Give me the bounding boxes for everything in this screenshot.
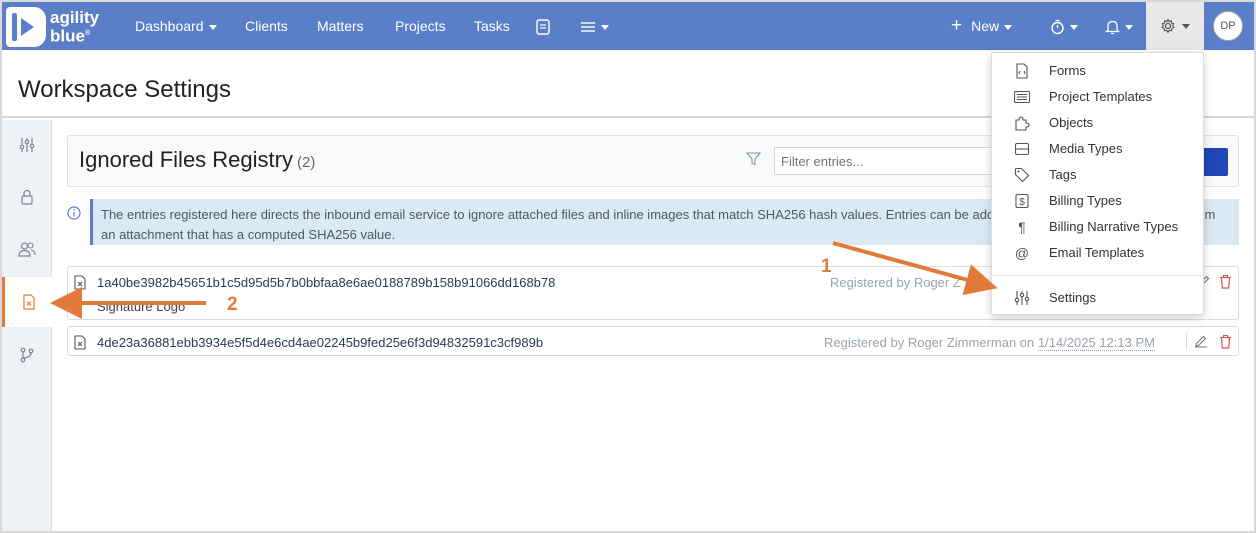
file-x-icon [74, 335, 86, 350]
settings-dropdown-menu: Forms Project Templates Objects Media Ty… [991, 52, 1204, 315]
menu-item-objects[interactable]: Objects [992, 110, 1203, 136]
sliders-icon [19, 138, 35, 152]
rail-general-settings[interactable] [2, 120, 52, 170]
entry-registered-by: Registered by Roger Z [830, 275, 961, 290]
nav-tasks[interactable]: Tasks [474, 2, 510, 50]
timer-button[interactable] [1050, 2, 1078, 50]
entry-name: Signature Logo [97, 299, 186, 314]
entry-hash: 1a40be3982b45651b1c5d95d5b7b0bbfaa8e6ae0… [97, 275, 556, 290]
git-branch-icon [20, 347, 34, 363]
nav-matters[interactable]: Matters [317, 2, 364, 50]
agility-blue-logo[interactable]: agility blue® [6, 7, 99, 47]
rail-ignored-files[interactable] [2, 277, 53, 327]
media-icon [1014, 142, 1030, 156]
menu-item-project-templates[interactable]: Project Templates [992, 84, 1203, 110]
sliders-icon [1014, 291, 1030, 305]
users-icon [18, 242, 36, 257]
svg-text:@: @ [1015, 245, 1029, 261]
menu-item-billing-types[interactable]: $ Billing Types [992, 188, 1203, 214]
dollar-icon: $ [1015, 193, 1029, 209]
edit-icon[interactable] [1194, 334, 1208, 348]
entry-hash: 4de23a36881ebb3934e5f5d4e6cd4ae02245b9fe… [97, 335, 544, 350]
divider [1186, 333, 1187, 350]
caret-down-icon [208, 24, 217, 30]
svg-text:$: $ [1019, 197, 1025, 208]
nav-dashboard[interactable]: Dashboard [135, 2, 217, 50]
file-x-icon [74, 275, 86, 290]
pilcrow-icon: ¶ [1018, 219, 1026, 235]
caret-down-icon [601, 24, 609, 30]
entry-date: 1/14/2025 12:13 PM [1037, 335, 1155, 351]
nav-documents-icon[interactable] [536, 2, 550, 50]
rail-security[interactable] [2, 172, 52, 222]
menu-item-tags[interactable]: Tags [992, 162, 1203, 188]
menu-item-billing-narrative-types[interactable]: ¶ Billing Narrative Types [992, 214, 1203, 240]
registry-title: Ignored Files Registry (2) [79, 147, 316, 172]
caret-down-icon [1182, 24, 1190, 29]
logo-text-line1: agility [50, 7, 100, 27]
info-icon [67, 206, 81, 220]
user-avatar[interactable]: DP [1213, 11, 1243, 41]
top-navbar: agility blue® Dashboard Clients Matters … [2, 2, 1254, 50]
filter-entries-input[interactable] [774, 147, 1004, 175]
form-file-icon [1016, 63, 1028, 79]
menu-item-forms[interactable]: Forms [992, 58, 1203, 84]
lock-icon [21, 189, 33, 205]
menu-item-settings[interactable]: Settings [992, 285, 1203, 311]
nav-menu-icon[interactable] [580, 2, 609, 50]
logo-text-line2: blue® [50, 26, 91, 46]
annotation-label-2: 2 [227, 294, 238, 315]
tag-icon [1014, 167, 1030, 183]
filter-icon [746, 152, 761, 166]
entry-registered-by: Registered by Roger Zimmerman on 1/14/20… [824, 335, 1155, 351]
registry-entry: 4de23a36881ebb3934e5f5d4e6cd4ae02245b9fe… [67, 326, 1239, 356]
plus-icon: + [951, 15, 963, 36]
new-button[interactable]: + New [951, 2, 1013, 50]
settings-gear-button[interactable] [1146, 2, 1204, 50]
menu-divider [992, 275, 1203, 276]
nav-clients[interactable]: Clients [245, 2, 288, 50]
puzzle-icon [1015, 116, 1030, 131]
menu-item-email-templates[interactable]: @ Email Templates [992, 240, 1203, 266]
caret-down-icon [1004, 24, 1013, 30]
notifications-button[interactable] [1104, 2, 1133, 50]
registry-count: (2) [296, 154, 316, 171]
delete-icon[interactable] [1219, 274, 1232, 289]
settings-side-rail [2, 120, 53, 531]
rail-users[interactable] [2, 224, 52, 274]
menu-item-media-types[interactable]: Media Types [992, 136, 1203, 162]
logo-mark-icon [6, 7, 46, 47]
svg-text:¶: ¶ [1018, 219, 1026, 235]
at-icon: @ [1015, 245, 1029, 261]
gear-icon [1161, 18, 1175, 34]
caret-down-icon [1070, 24, 1078, 30]
caret-down-icon [1125, 24, 1133, 30]
list-icon [1014, 90, 1030, 104]
annotation-label-1: 1 [821, 256, 832, 277]
page-title: Workspace Settings [18, 76, 231, 103]
nav-projects[interactable]: Projects [395, 2, 446, 50]
file-x-icon [23, 294, 35, 310]
rail-workflows[interactable] [2, 330, 52, 380]
delete-icon[interactable] [1219, 334, 1232, 349]
